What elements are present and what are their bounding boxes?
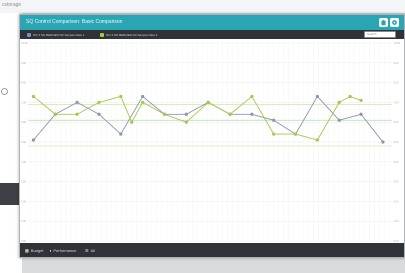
series-point-1 [184, 112, 188, 116]
background-topbar: cstorage [0, 0, 405, 14]
series-point-1 [141, 94, 145, 99]
panel-title: SQ Control Comparison: Basic Comparison [26, 19, 123, 25]
home-button[interactable] [379, 18, 388, 27]
y-tick-label-right: 9.00 [394, 61, 400, 65]
legend-item-series-2[interactable]: NO.3 NG BERGER FR Sample Data 2 [100, 32, 157, 37]
series-point-2 [97, 100, 101, 104]
y-tick-label-left: 10.00 [21, 41, 28, 45]
y-tick-label-left: 3.00 [21, 180, 27, 184]
series-point-1 [381, 140, 385, 144]
series-point-2 [119, 94, 123, 99]
y-tick-label-right: 6.00 [394, 120, 400, 124]
series-point-1 [250, 112, 254, 116]
series-point-2 [272, 132, 276, 136]
legend-label: NO.3 NG BERGER FR Sample Data 2 [106, 32, 158, 37]
y-tick-label-left: 2.00 [21, 199, 27, 203]
series-point-2 [228, 112, 232, 116]
performance-label: Performance [53, 248, 77, 253]
budget-label: Budget [30, 248, 44, 253]
series-point-2 [348, 94, 352, 99]
panel-footer: ▩ Budget ◑ Performance ☰ All [20, 243, 404, 257]
series-point-2 [31, 94, 36, 99]
series-point-1 [31, 138, 36, 142]
y-tick-label-right: 4.00 [394, 160, 400, 164]
performance-button[interactable]: ◑ Performance [49, 247, 76, 254]
chart-icon: ▩ [25, 248, 29, 253]
series-point-1 [75, 100, 79, 104]
y-tick-label-left: 6.00 [21, 120, 27, 124]
y-tick-label-right: 10.00 [394, 41, 401, 45]
series-point-2 [337, 100, 341, 104]
series-point-1 [97, 112, 101, 116]
series-point-1 [359, 112, 363, 116]
series-point-1 [272, 118, 276, 122]
background-topbar-label: cstorage [2, 2, 22, 8]
series-point-2 [184, 120, 188, 124]
y-tick-label-left: 4.00 [21, 160, 27, 164]
series-point-1 [337, 118, 341, 122]
y-tick-label-left: 1.00 [21, 219, 27, 223]
series-point-2 [206, 100, 210, 104]
radio-icon[interactable] [1, 88, 8, 95]
legend-search-input[interactable]: Search [364, 31, 396, 38]
settings-icon [392, 20, 397, 25]
legend-swatch [27, 32, 31, 37]
line-chart: 10.00 10.00 9.00 9.00 8.00 8.00 7.00 7.00 6.00 6.… [21, 41, 401, 243]
series-point-2 [141, 100, 145, 104]
y-tick-label-right: 5.00 [394, 140, 400, 144]
y-tick-label-right: 1.00 [394, 219, 400, 223]
background-bottom-band [22, 258, 405, 273]
y-tick-label-right: 8.00 [394, 81, 400, 85]
series-point-2 [250, 94, 254, 99]
series-point-1 [119, 132, 123, 136]
all-label: All [90, 248, 96, 253]
series-point-1 [315, 94, 319, 99]
budget-button[interactable]: ▩ Budget [25, 247, 43, 254]
y-tick-label-right: 7.00 [394, 100, 400, 104]
settings-button[interactable] [390, 18, 399, 27]
series-point-2 [293, 132, 298, 136]
y-tick-label-left: 9.00 [21, 61, 27, 65]
series-point-2 [359, 98, 363, 103]
legend-bar: NO.3 NG BERGER FR Sample Data 1 NO.3 NG … [20, 30, 404, 39]
series-point-2 [130, 120, 134, 124]
series-point-2 [53, 112, 57, 116]
legend-label: NO.3 NG BERGER FR Sample Data 1 [33, 32, 85, 37]
panel-titlebar: SQ Control Comparison: Basic Comparison [20, 15, 404, 30]
y-tick-label-right: 2.00 [394, 199, 400, 203]
series-point-2 [75, 112, 79, 116]
legend-item-series-1[interactable]: NO.3 NG BERGER FR Sample Data 1 [27, 32, 84, 37]
gauge-icon: ◑ [49, 248, 52, 253]
y-tick-label-left: 8.00 [21, 81, 27, 85]
home-icon [380, 19, 387, 26]
y-tick-label-left: 7.00 [21, 100, 27, 104]
chart-panel: SQ Control Comparison: Basic Comparison … [19, 14, 405, 258]
y-tick-label-left: 5.00 [21, 140, 27, 144]
y-tick-label-right: 3.00 [394, 180, 400, 184]
series-point-2 [162, 112, 167, 116]
list-icon: ☰ [85, 248, 89, 253]
all-button[interactable]: ☰ All [85, 247, 95, 254]
series-point-2 [315, 138, 319, 142]
legend-swatch [100, 32, 104, 37]
